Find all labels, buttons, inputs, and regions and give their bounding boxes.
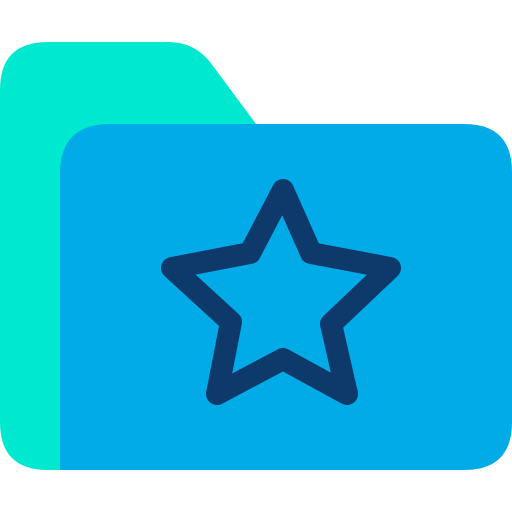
folder-front-icon: [60, 124, 512, 470]
icon-canvas: [0, 0, 512, 512]
starred-folder-icon: [0, 42, 512, 470]
